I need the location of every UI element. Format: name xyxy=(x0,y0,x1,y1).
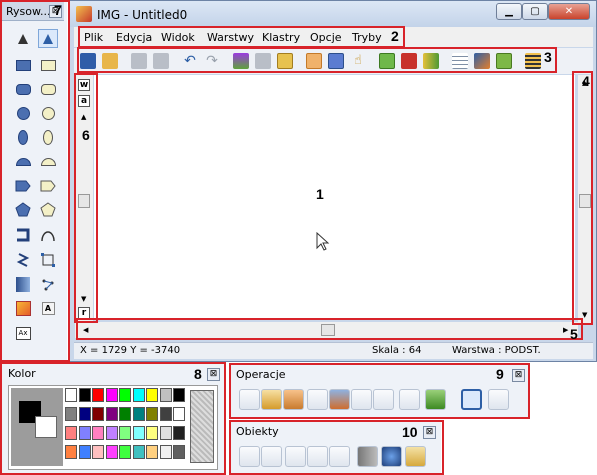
drawing-canvas[interactable] xyxy=(94,75,575,320)
maximize-icon[interactable]: ▢ xyxy=(522,3,548,20)
annotation-number-8: 8 xyxy=(194,366,202,382)
coords-readout: X = 1729 Y = -3740 xyxy=(80,345,181,356)
annotation-box-2 xyxy=(78,26,405,48)
layer-readout: Warstwa : PODST. xyxy=(452,345,541,356)
scale-readout: Skala : 64 xyxy=(372,345,422,356)
minimize-icon[interactable]: ▁ xyxy=(496,3,522,20)
annotation-number-2: 2 xyxy=(391,28,399,44)
annotation-box-4 xyxy=(572,71,593,325)
annotation-box-6 xyxy=(74,73,98,323)
annotation-number-10: 10 xyxy=(402,424,418,440)
annotation-number-3: 3 xyxy=(544,49,552,65)
annotation-box-9 xyxy=(229,363,530,419)
annotation-box-7 xyxy=(0,0,70,362)
mouse-cursor-icon xyxy=(316,232,330,251)
annotation-number-4: 4 xyxy=(582,73,590,89)
annotation-number-9: 9 xyxy=(496,366,504,382)
annotation-box-5 xyxy=(76,318,583,340)
annotation-box-3 xyxy=(77,47,557,73)
close-icon[interactable]: ✕ xyxy=(548,3,590,20)
annotation-number-1: 1 xyxy=(316,186,324,202)
status-bar: X = 1729 Y = -3740 Skala : 64 Warstwa : … xyxy=(74,342,593,359)
annotation-box-8 xyxy=(0,362,226,475)
app-icon xyxy=(76,6,92,22)
window-titlebar[interactable]: IMG - Untitled0 ▁ ▢ ✕ xyxy=(69,1,596,27)
annotation-number-6: 6 xyxy=(82,127,90,143)
window-title: IMG - Untitled0 xyxy=(97,8,188,22)
annotation-number-7: 7 xyxy=(54,2,62,18)
annotation-number-5: 5 xyxy=(570,326,578,342)
